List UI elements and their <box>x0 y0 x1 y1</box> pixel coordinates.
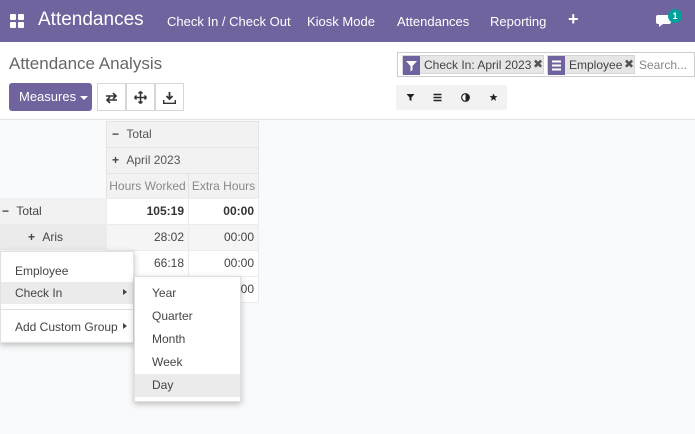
app-title[interactable]: Attendances <box>38 9 144 31</box>
apps-menu-icon[interactable] <box>10 14 24 28</box>
measures-button[interactable]: Measures <box>9 83 92 111</box>
interval-option-day[interactable]: Day <box>135 374 240 397</box>
interval-option-quarter[interactable]: Quarter <box>135 305 240 328</box>
pivot-cell[interactable]: 00:00 <box>188 198 259 225</box>
pivot-row-header-total[interactable]: − Total <box>0 198 107 224</box>
filter-icon <box>406 93 414 101</box>
page-title: Attendance Analysis <box>9 54 163 73</box>
interval-option-month[interactable]: Month <box>135 328 240 351</box>
pivot-row-header-employee[interactable]: + Aris <box>0 224 107 250</box>
groupby-icon <box>548 56 565 75</box>
expand-arrows-icon <box>133 91 148 105</box>
interval-dropdown: Year Quarter Month Week Day <box>134 276 241 402</box>
top-navbar: Attendances Check In / Check Out Kiosk M… <box>0 0 695 42</box>
control-panel: Attendance Analysis Measures Check In: A… <box>0 42 695 120</box>
option-label: Check In <box>15 286 63 300</box>
col-header-label: Total <box>126 127 152 141</box>
submenu-arrow-icon <box>123 289 127 295</box>
pivot-corner <box>0 121 107 199</box>
search-input[interactable] <box>639 56 695 73</box>
collapse-icon: − <box>112 127 120 141</box>
search-facet-check-in[interactable]: Check In: April 2023 ✖ <box>402 55 544 75</box>
facet-label: Check In: April 2023 <box>424 58 532 72</box>
download-icon <box>162 91 177 104</box>
groupby-icon <box>433 93 441 102</box>
search-facet-employee[interactable]: Employee ✖ <box>547 55 635 75</box>
pivot-cell[interactable]: 00:00 <box>188 224 259 251</box>
add-custom-group-button[interactable]: Add Custom Group <box>1 316 133 338</box>
filters-button[interactable] <box>396 85 424 110</box>
col-header-label: April 2023 <box>126 153 181 167</box>
row-header-label: Aris <box>42 230 64 244</box>
remove-facet-icon[interactable]: ✖ <box>624 57 634 71</box>
search-bar[interactable]: Check In: April 2023 ✖ Employee ✖ <box>397 52 695 77</box>
collapse-icon: − <box>2 204 10 218</box>
favorites-button[interactable] <box>479 85 507 110</box>
pivot-cell[interactable]: 00:00 <box>188 250 259 277</box>
chat-badge: 1 <box>668 9 682 23</box>
comparison-button[interactable] <box>451 85 479 110</box>
flip-axis-button[interactable] <box>97 83 126 111</box>
pivot-cell[interactable]: 28:02 <box>106 224 189 251</box>
measure-header-hours-worked[interactable]: Hours Worked <box>106 173 189 199</box>
pivot-col-header-month[interactable]: + April 2023 <box>106 147 259 174</box>
divider <box>1 309 133 310</box>
menu-attendances[interactable]: Attendances <box>397 14 469 29</box>
expand-all-button[interactable] <box>126 83 155 111</box>
download-button[interactable] <box>155 83 184 111</box>
groupby-dropdown: Employee Check In Add Custom Group <box>0 251 134 343</box>
star-icon <box>488 93 498 101</box>
remove-facet-icon[interactable]: ✖ <box>533 57 543 71</box>
measures-label: Measures <box>19 89 77 104</box>
menu-check-in-out[interactable]: Check In / Check Out <box>167 14 291 29</box>
flip-axis-icon <box>105 91 118 104</box>
groupby-option-employee[interactable]: Employee <box>1 260 133 282</box>
caret-down-icon <box>80 95 89 100</box>
expand-icon: + <box>112 153 120 167</box>
facet-label: Employee <box>569 58 623 72</box>
expand-icon: + <box>28 230 36 244</box>
interval-option-year[interactable]: Year <box>135 282 240 305</box>
submenu-arrow-icon <box>123 323 127 329</box>
measure-header-extra-hours[interactable]: Extra Hours <box>188 173 259 199</box>
filter-icon <box>403 56 420 75</box>
adjust-icon <box>460 92 470 102</box>
group-by-button[interactable] <box>423 85 451 110</box>
row-header-label: Total <box>16 204 42 218</box>
groupby-option-check-in[interactable]: Check In <box>1 282 133 304</box>
interval-option-week[interactable]: Week <box>135 351 240 374</box>
menu-kiosk-mode[interactable]: Kiosk Mode <box>307 14 375 29</box>
pivot-col-header-total[interactable]: − Total <box>106 121 259 148</box>
menu-reporting[interactable]: Reporting <box>490 14 546 29</box>
pivot-cell[interactable]: 105:19 <box>106 198 189 225</box>
add-menu-button[interactable]: + <box>568 9 579 30</box>
